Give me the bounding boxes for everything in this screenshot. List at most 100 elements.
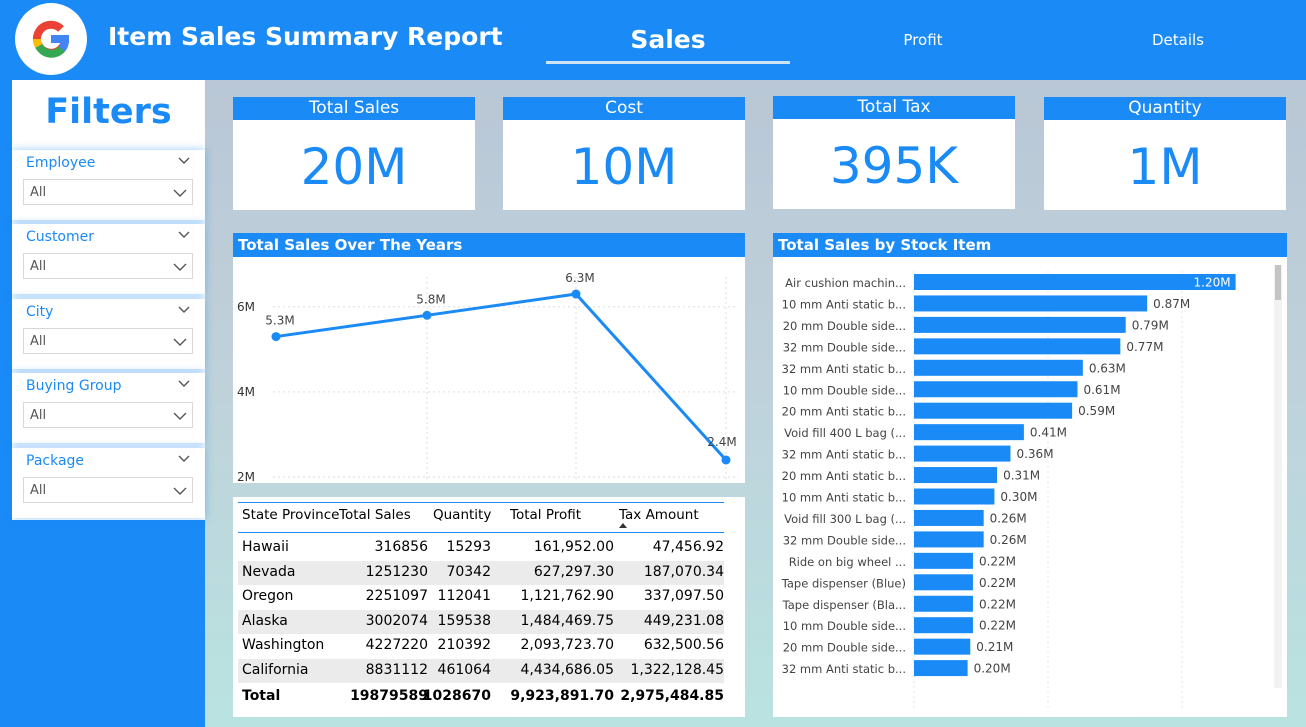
bar: [914, 617, 973, 634]
package-dropdown[interactable]: All: [23, 477, 193, 503]
table-row[interactable]: Nevada 1251230 70342 627,297.30 187,070.34: [238, 560, 724, 585]
bar: [914, 531, 984, 548]
table-cell: Hawaii: [242, 539, 289, 555]
header-bar: Item Sales Summary Report Sales Profit D…: [0, 0, 1306, 80]
chevron-down-icon[interactable]: [177, 451, 191, 465]
kpi-value: 20M: [300, 138, 408, 196]
filter-label: Package: [26, 453, 85, 469]
table-cell: 1,322,128.45: [630, 661, 724, 678]
dropdown-value: All: [30, 259, 47, 274]
data-label: 0.30M: [1000, 490, 1037, 504]
buying-group-dropdown[interactable]: All: [23, 402, 193, 428]
kpi-label: Quantity: [1044, 97, 1286, 120]
kpi-quantity: Quantity 1M: [1044, 97, 1286, 210]
table-cell: 1,484,469.75: [520, 612, 614, 629]
table-cell: Oregon: [242, 588, 294, 604]
kpi-total-sales: Total Sales 20M: [233, 97, 475, 210]
data-label: 2.4M: [707, 435, 736, 449]
table-cell: 19879589: [350, 688, 428, 704]
data-label: 5.3M: [265, 314, 294, 328]
chevron-down-icon: [173, 263, 187, 271]
category-label: 20 mm Double side...: [783, 319, 906, 333]
line-chart: 2M 4M 6M 2013 2014 2015 2016 5.3M 5.8M 6.3M 2.4M: [237, 271, 741, 483]
table-row[interactable]: Alaska 3002074 159538 1,484,469.75 449,231.0…: [238, 609, 724, 634]
data-label: 0.22M: [979, 619, 1016, 633]
data-label: 0.22M: [979, 576, 1016, 590]
tab-profit[interactable]: Profit: [873, 0, 973, 80]
dropdown-value: All: [30, 483, 47, 498]
table-row[interactable]: Oregon 2251097 112041 1,121,762.90 337,097.5…: [238, 585, 724, 610]
table-cell: Total: [242, 688, 281, 704]
y-tick-label: 4M: [237, 385, 255, 399]
sort-ascending-icon[interactable]: [619, 523, 627, 528]
bar-chart-panel: Total Sales by Stock Item 0.0M0.5M1.0MAi…: [773, 233, 1287, 717]
table-cell: 337,097.50: [643, 588, 724, 604]
table-cell: 632,500.56: [643, 637, 724, 653]
employee-dropdown[interactable]: All: [23, 179, 193, 205]
category-label: 32 mm Double side...: [783, 340, 906, 354]
table-cell: 159538: [437, 612, 491, 629]
table-cell: 627,297.30: [533, 563, 614, 580]
chevron-down-icon[interactable]: [177, 302, 191, 316]
table-cell: 3002074: [365, 612, 428, 629]
bar: [914, 402, 1073, 419]
data-label: 0.41M: [1030, 426, 1067, 440]
city-dropdown[interactable]: All: [23, 328, 193, 354]
scrollbar-thumb[interactable]: [1275, 265, 1281, 300]
chevron-down-icon: [173, 338, 187, 346]
y-tick-label: 6M: [237, 300, 255, 314]
column-header[interactable]: Quantity: [433, 507, 491, 523]
bar: [914, 316, 1126, 333]
bar: [914, 595, 973, 612]
customer-dropdown[interactable]: All: [23, 253, 193, 279]
category-label: 10 mm Double side...: [783, 619, 906, 633]
column-header[interactable]: State Province: [242, 507, 339, 523]
table-row[interactable]: California 8831112 461064 4,434,686.05 1,322…: [238, 658, 724, 683]
table-cell: Washington: [242, 637, 325, 653]
table-cell: Nevada: [242, 563, 296, 580]
tab-sales[interactable]: Sales: [546, 0, 790, 80]
table-row[interactable]: Hawaii 316856 15293 161,952.00 47,456.92: [238, 536, 724, 561]
tab-details[interactable]: Details: [1128, 0, 1228, 80]
category-label: 20 mm Double side...: [783, 641, 906, 655]
chevron-down-icon[interactable]: [177, 376, 191, 390]
table-cell: 1028670: [422, 688, 491, 704]
column-header[interactable]: Tax Amount: [619, 507, 699, 523]
kpi-label: Total Tax: [773, 96, 1015, 119]
google-logo-icon: [15, 3, 87, 75]
category-label: 32 mm Anti static b...: [782, 662, 906, 676]
table-cell: Alaska: [242, 612, 288, 629]
filters-sidebar: Filters Employee All Customer All City A…: [12, 80, 205, 520]
category-label: Tape dispenser (Blue): [781, 576, 906, 590]
category-label: 10 mm Anti static b...: [782, 297, 906, 311]
table-cell: 449,231.08: [643, 612, 724, 629]
column-header[interactable]: Total Sales: [339, 507, 411, 523]
chevron-down-icon: [173, 487, 187, 495]
data-label: 5.8M: [416, 292, 445, 306]
data-label: 0.26M: [990, 533, 1027, 547]
data-point: [571, 289, 581, 299]
category-label: 32 mm Double side...: [783, 533, 906, 547]
chevron-down-icon[interactable]: [177, 153, 191, 167]
data-label: 0.22M: [979, 597, 1016, 611]
filter-buying-group: Buying Group All: [12, 373, 205, 443]
filter-package: Package All: [12, 448, 205, 518]
bar-chart: 0.0M0.5M1.0MAir cushion machin...1.20M10…: [781, 271, 1236, 709]
data-point: [721, 455, 731, 465]
line-chart-panel: Total Sales Over The Years 2M 4M 6M 2013 201…: [233, 233, 745, 483]
column-header[interactable]: Total Profit: [510, 507, 581, 523]
report-title: Item Sales Summary Report: [108, 22, 503, 51]
table-row[interactable]: Washington 4227220 210392 2,093,723.70 632,5…: [238, 634, 724, 659]
bar: [914, 638, 971, 655]
chevron-down-icon[interactable]: [177, 227, 191, 241]
dropdown-value: All: [30, 185, 47, 200]
table-cell: 4,434,686.05: [520, 661, 614, 678]
bar-chart-title: Total Sales by Stock Item: [773, 233, 1287, 257]
filters-title: Filters: [45, 92, 172, 132]
chevron-down-icon: [173, 189, 187, 197]
data-label: 0.22M: [979, 554, 1016, 568]
table-cell: 2,975,484.85: [620, 688, 724, 704]
scrollbar-track[interactable]: [1274, 265, 1282, 688]
category-label: Void fill 400 L bag (...: [784, 426, 906, 440]
y-tick-label: 2M: [237, 470, 255, 483]
